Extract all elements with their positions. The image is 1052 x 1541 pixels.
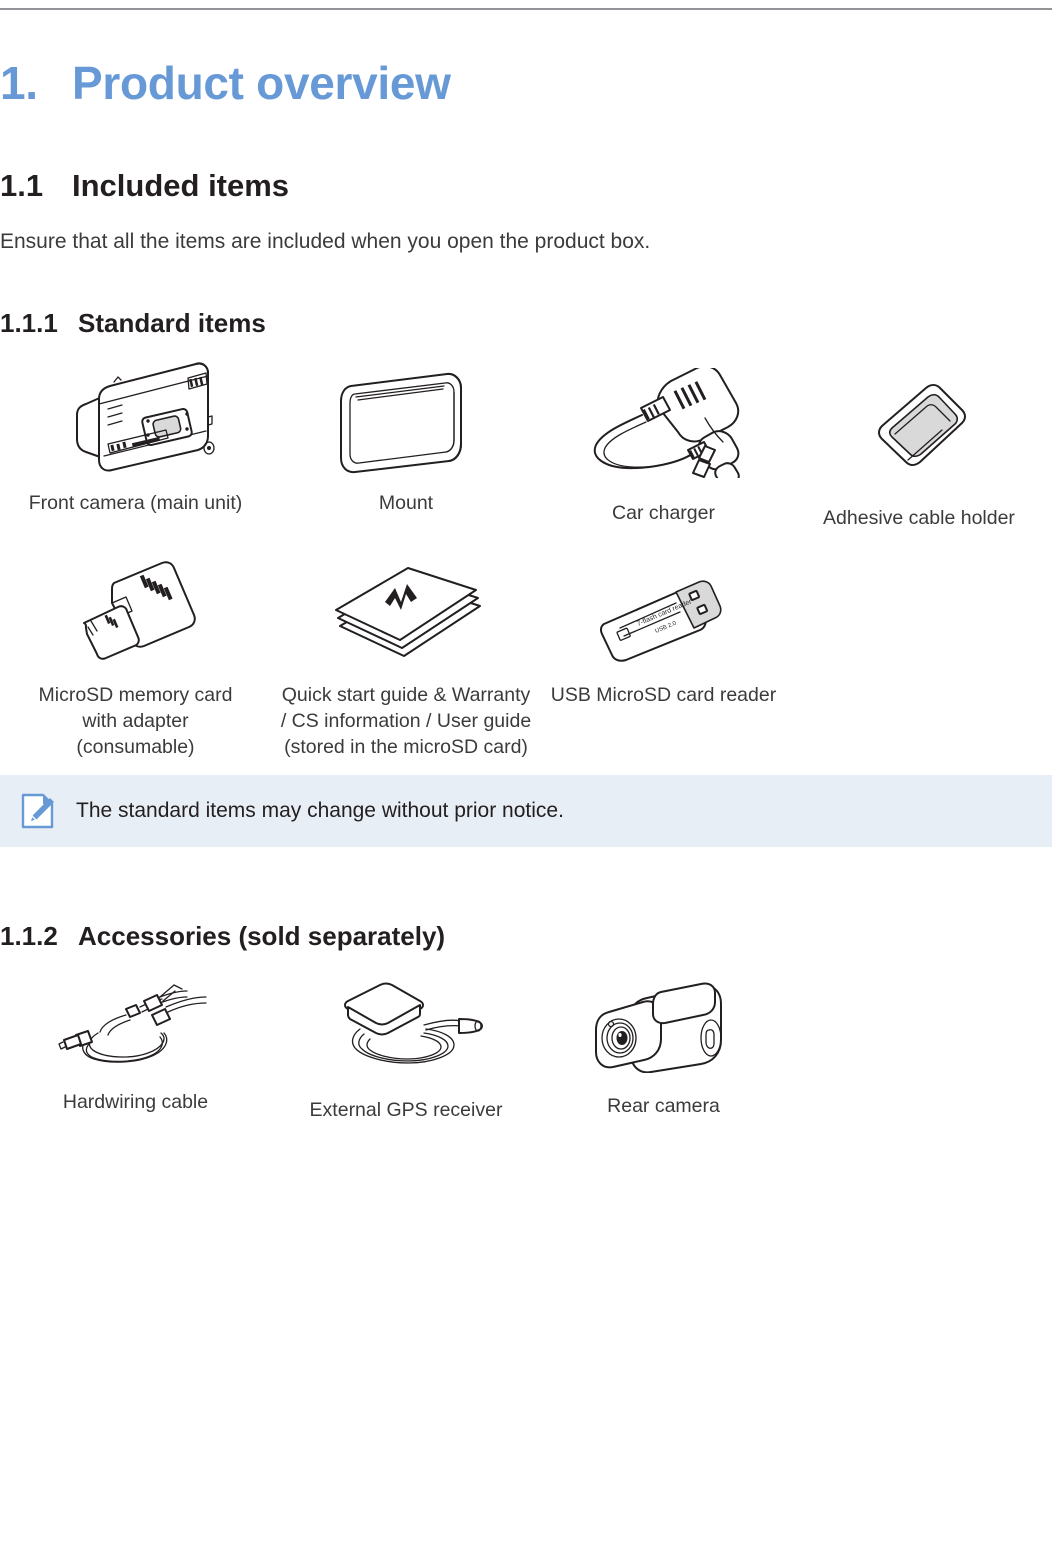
standard-items-row-1: Front camera (main unit) Mount Car charg… (0, 360, 1052, 531)
accessories-number: 1.1.2 (0, 921, 58, 951)
item-label: Rear camera (607, 1095, 720, 1117)
item-adhesive-cable-holder: Adhesive cable holder (786, 360, 1052, 531)
item-label: USB MicroSD card reader (550, 684, 777, 706)
item-label: MicroSD memory card with adapter (consum… (38, 684, 233, 758)
item-microsd-card: MicroSD memory card with adapter (consum… (0, 548, 271, 760)
chapter-number: 1. (0, 57, 38, 109)
item-label: Quick start guide & Warranty / CS inform… (280, 684, 532, 758)
item-label: Car charger (612, 502, 715, 524)
item-hardwiring-cable: Hardwiring cable (0, 955, 271, 1123)
mount-icon (271, 360, 541, 478)
item-car-charger: Car charger (541, 360, 786, 531)
item-rear-camera: Rear camera (541, 955, 786, 1123)
item-documents: Quick start guide & Warranty / CS inform… (271, 548, 541, 760)
subsection-heading-accessories: 1.1.2 Accessories (sold separately) (0, 921, 445, 952)
page-title: 1. Product overview (0, 56, 451, 110)
car-charger-icon (541, 360, 786, 478)
note-pencil-icon (18, 791, 58, 831)
note-text: The standard items may change without pr… (76, 799, 564, 822)
item-label: Hardwiring cable (62, 1091, 209, 1113)
note-callout: The standard items may change without pr… (0, 775, 1052, 847)
usb-card-reader-icon: 7-flash card reader USB 2.0 (541, 548, 786, 666)
microsd-card-icon (0, 548, 271, 666)
rear-camera-icon (541, 955, 786, 1073)
item-mount: Mount (271, 360, 541, 531)
external-gps-receiver-icon (271, 955, 541, 1073)
adhesive-cable-holder-icon (786, 360, 1052, 478)
item-usb-card-reader: 7-flash card reader USB 2.0 USB MicroSD … (541, 548, 786, 760)
documents-icon (271, 548, 541, 666)
chapter-title-text: Product overview (72, 57, 451, 109)
front-camera-icon (0, 360, 271, 478)
item-front-camera: Front camera (main unit) (0, 360, 271, 531)
item-external-gps-receiver: External GPS receiver (271, 955, 541, 1123)
section-title-text: Included items (72, 168, 290, 203)
standard-items-number: 1.1.1 (0, 308, 58, 338)
accessories-title-text: Accessories (sold separately) (78, 921, 446, 951)
standard-items-title-text: Standard items (78, 308, 266, 338)
hardwiring-cable-icon (0, 955, 271, 1073)
item-label: Adhesive cable holder (823, 507, 1015, 529)
accessories-row: Hardwiring cable External GPS receiver R… (0, 955, 1052, 1123)
standard-items-row-2: MicroSD memory card with adapter (consum… (0, 548, 1052, 760)
subsection-heading-standard-items: 1.1.1 Standard items (0, 308, 266, 339)
item-label: External GPS receiver (309, 1099, 503, 1121)
item-label: Mount (378, 492, 434, 514)
section-heading: 1.1 Included items (0, 168, 289, 204)
section-description: Ensure that all the items are included w… (0, 230, 651, 253)
page-top-rule (0, 8, 1052, 10)
item-label: Front camera (main unit) (28, 492, 243, 514)
section-number: 1.1 (0, 168, 44, 203)
